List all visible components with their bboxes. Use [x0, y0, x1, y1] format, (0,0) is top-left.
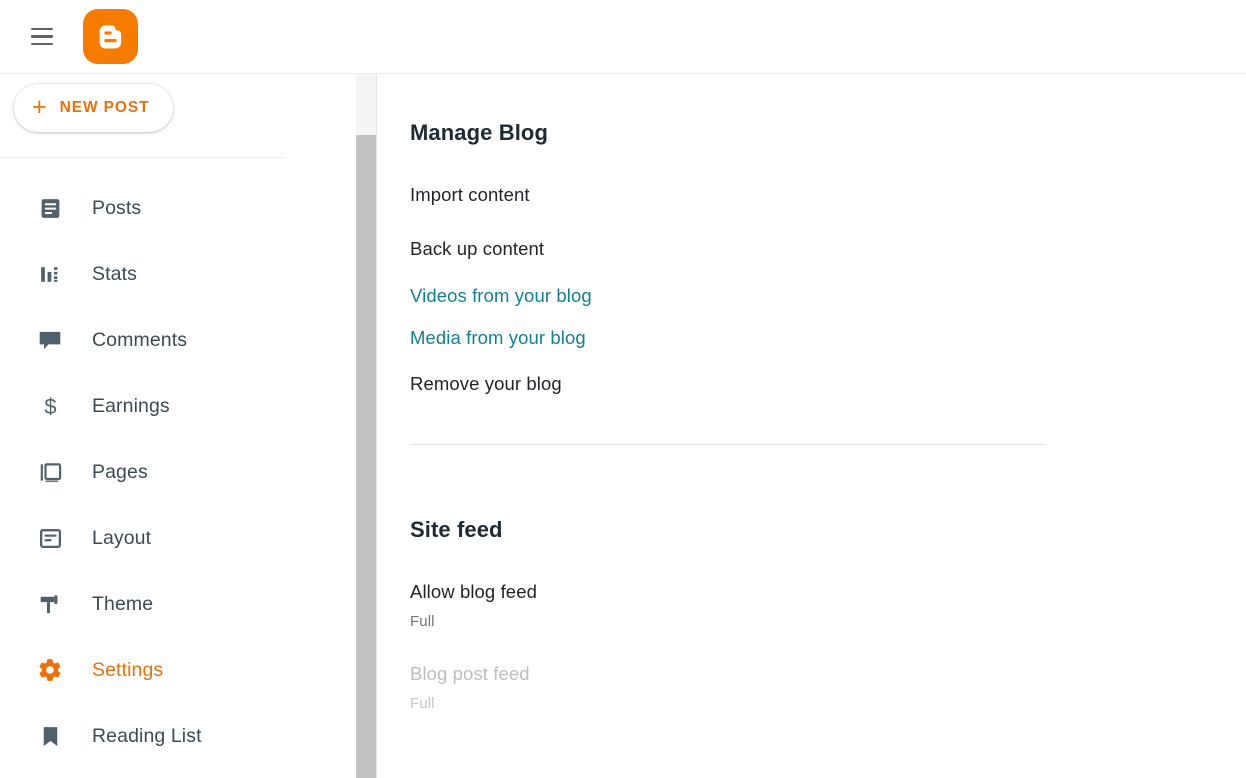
earnings-dollar-icon: $: [36, 392, 64, 420]
hamburger-line: [31, 27, 53, 31]
sidebar-navigation: + NEW POST Posts Stats Comments $ Earnin…: [0, 74, 356, 778]
back-up-content-label: Back up content: [410, 238, 545, 259]
import-content-row[interactable]: Import content: [410, 184, 1246, 206]
sidebar-item-comments[interactable]: Comments: [0, 307, 356, 373]
sidebar-item-theme[interactable]: Theme: [0, 571, 356, 637]
pages-icon: [36, 458, 64, 486]
videos-from-your-blog-link[interactable]: Videos from your blog: [410, 285, 1246, 307]
sidebar-item-label: Posts: [92, 196, 142, 219]
new-post-label: NEW POST: [59, 99, 150, 116]
blog-post-feed-row: Blog post feed Full: [410, 663, 1246, 712]
sidebar-item-label: Earnings: [92, 394, 170, 417]
settings-content-panel: Manage Blog Import content Back up conte…: [378, 74, 1246, 778]
vertical-scrollbar-track[interactable]: [356, 74, 377, 778]
sidebar-item-pages[interactable]: Pages: [0, 439, 356, 505]
comments-icon: [36, 326, 64, 354]
plus-icon: +: [32, 92, 47, 121]
new-post-button[interactable]: + NEW POST: [14, 84, 174, 132]
hamburger-line: [31, 42, 53, 46]
sidebar-item-reading-list[interactable]: Reading List: [0, 703, 356, 769]
sidebar-item-label: Theme: [92, 592, 154, 615]
remove-your-blog-row[interactable]: Remove your blog: [410, 373, 1246, 395]
manage-blog-heading: Manage Blog: [410, 120, 548, 145]
stats-icon: [36, 260, 64, 288]
sidebar-item-label: Reading List: [92, 724, 202, 747]
sidebar-item-list: Posts Stats Comments $ Earnings Pages La…: [0, 158, 356, 769]
settings-gear-icon: [36, 656, 64, 684]
allow-blog-feed-row[interactable]: Allow blog feed Full: [410, 581, 1246, 630]
theme-paint-roller-icon: [36, 590, 64, 618]
posts-icon: [36, 194, 64, 222]
sidebar-item-label: Settings: [92, 658, 164, 681]
media-from-your-blog-link[interactable]: Media from your blog: [410, 327, 1246, 349]
reading-list-bookmark-icon: [36, 722, 64, 750]
new-post-container: + NEW POST: [0, 74, 356, 132]
sidebar-item-settings[interactable]: Settings: [0, 637, 356, 703]
site-feed-heading: Site feed: [410, 517, 503, 542]
allow-blog-feed-value: Full: [410, 613, 435, 630]
videos-from-your-blog-row[interactable]: Videos from your blog: [410, 285, 1246, 307]
top-app-bar: [0, 0, 1246, 74]
remove-your-blog-label: Remove your blog: [410, 373, 562, 394]
sidebar-item-posts[interactable]: Posts: [0, 175, 356, 241]
back-up-content-row[interactable]: Back up content: [410, 238, 1246, 260]
blog-post-feed-label: Blog post feed: [410, 663, 530, 684]
sidebar-item-earnings[interactable]: $ Earnings: [0, 373, 356, 439]
layout-icon: [36, 524, 64, 552]
blogger-logo-icon[interactable]: [83, 9, 138, 64]
sidebar-item-label: Layout: [92, 526, 152, 549]
section-divider: [410, 444, 1046, 445]
hamburger-menu-icon[interactable]: [18, 13, 66, 61]
hamburger-line: [31, 35, 53, 38]
sidebar-item-label: Stats: [92, 262, 137, 285]
svg-text:$: $: [44, 394, 56, 419]
blog-post-feed-value: Full: [410, 695, 435, 712]
sidebar-item-layout[interactable]: Layout: [0, 505, 356, 571]
allow-blog-feed-label: Allow blog feed: [410, 581, 537, 602]
media-from-your-blog-row[interactable]: Media from your blog: [410, 327, 1246, 349]
vertical-scrollbar-thumb[interactable]: [356, 135, 376, 778]
sidebar-item-label: Comments: [92, 328, 188, 351]
sidebar-item-label: Pages: [92, 460, 148, 483]
sidebar-item-stats[interactable]: Stats: [0, 241, 356, 307]
import-content-label: Import content: [410, 184, 530, 205]
